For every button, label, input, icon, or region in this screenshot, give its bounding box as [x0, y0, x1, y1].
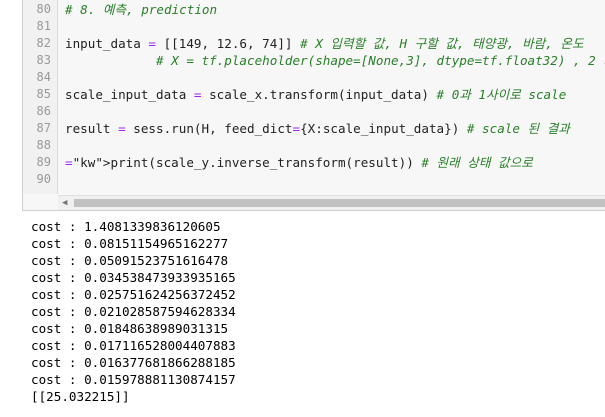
code-line[interactable]: 88: [23, 137, 605, 154]
line-number: 83: [36, 53, 51, 67]
horizontal-scrollbar[interactable]: ◀: [58, 195, 605, 210]
line-number: 81: [36, 19, 51, 33]
cell-output: cost : 1.4081339836120605 cost : 0.081511…: [31, 218, 601, 405]
cost-line: cost : 0.016377681866288185: [31, 355, 236, 370]
code-line[interactable]: 90: [23, 171, 605, 188]
scroll-left-arrow-icon[interactable]: ◀: [62, 198, 67, 208]
scrollbar-thumb[interactable]: [74, 199, 605, 207]
line-number: 86: [36, 104, 51, 118]
code-text: # 8. 예측, prediction: [65, 2, 218, 17]
cost-line: cost : 1.4081339836120605: [31, 219, 221, 234]
line-number: 82: [36, 36, 51, 50]
code-line[interactable]: 84: [23, 69, 605, 86]
line-number: 90: [36, 172, 51, 186]
cost-line: cost : 0.015978881130874157: [31, 372, 236, 387]
code-line[interactable]: 81: [23, 18, 605, 35]
code-line[interactable]: 80 # 8. 예측, prediction: [23, 1, 605, 18]
line-number: 87: [36, 121, 51, 135]
code-text: input_data = [[149, 12.6, 74]] # X 입력할 값…: [65, 36, 584, 51]
code-text: # X = tf.placeholder(shape=[None,3], dty…: [156, 53, 605, 68]
cost-line: cost : 0.05091523751616478: [31, 253, 229, 268]
code-cell[interactable]: 80 # 8. 예측, prediction 81 82 input_data = [[…: [22, 0, 605, 211]
line-number: 80: [36, 2, 51, 16]
line-number: 85: [36, 87, 51, 101]
cost-line: cost : 0.025751624256372452: [31, 287, 236, 302]
cost-line: cost : 0.017116528004407883: [31, 338, 236, 353]
line-number: 88: [36, 138, 51, 152]
code-line[interactable]: 85 scale_input_data = scale_x.transform(i…: [23, 86, 605, 103]
cost-line: cost : 0.034538473933935165: [31, 270, 236, 285]
result-array: [[25.032215]]: [31, 389, 130, 404]
line-number: 89: [36, 155, 51, 169]
code-line[interactable]: 83 # X = tf.placeholder(shape=[None,3], …: [23, 52, 605, 69]
cost-line: cost : 0.08151154965162277: [31, 236, 229, 251]
code-text: ="kw">print(scale_y.inverse_transform(re…: [65, 155, 533, 170]
code-text: result = sess.run(H, feed_dict={X:scale_…: [65, 121, 570, 136]
code-text: scale_input_data = scale_x.transform(inp…: [65, 87, 567, 102]
code-line[interactable]: 82 input_data = [[149, 12.6, 74]] # X 입력할…: [23, 35, 605, 52]
code-line[interactable]: 86: [23, 103, 605, 120]
cost-line: cost : 0.021028587594628334: [31, 304, 236, 319]
code-line[interactable]: 87 result = sess.run(H, feed_dict={X:scal…: [23, 120, 605, 137]
code-line[interactable]: 89 ="kw">print(scale_y.inverse_transform(…: [23, 154, 605, 171]
cost-line: cost : 0.01848638989031315: [31, 321, 229, 336]
line-number: 84: [36, 70, 51, 84]
